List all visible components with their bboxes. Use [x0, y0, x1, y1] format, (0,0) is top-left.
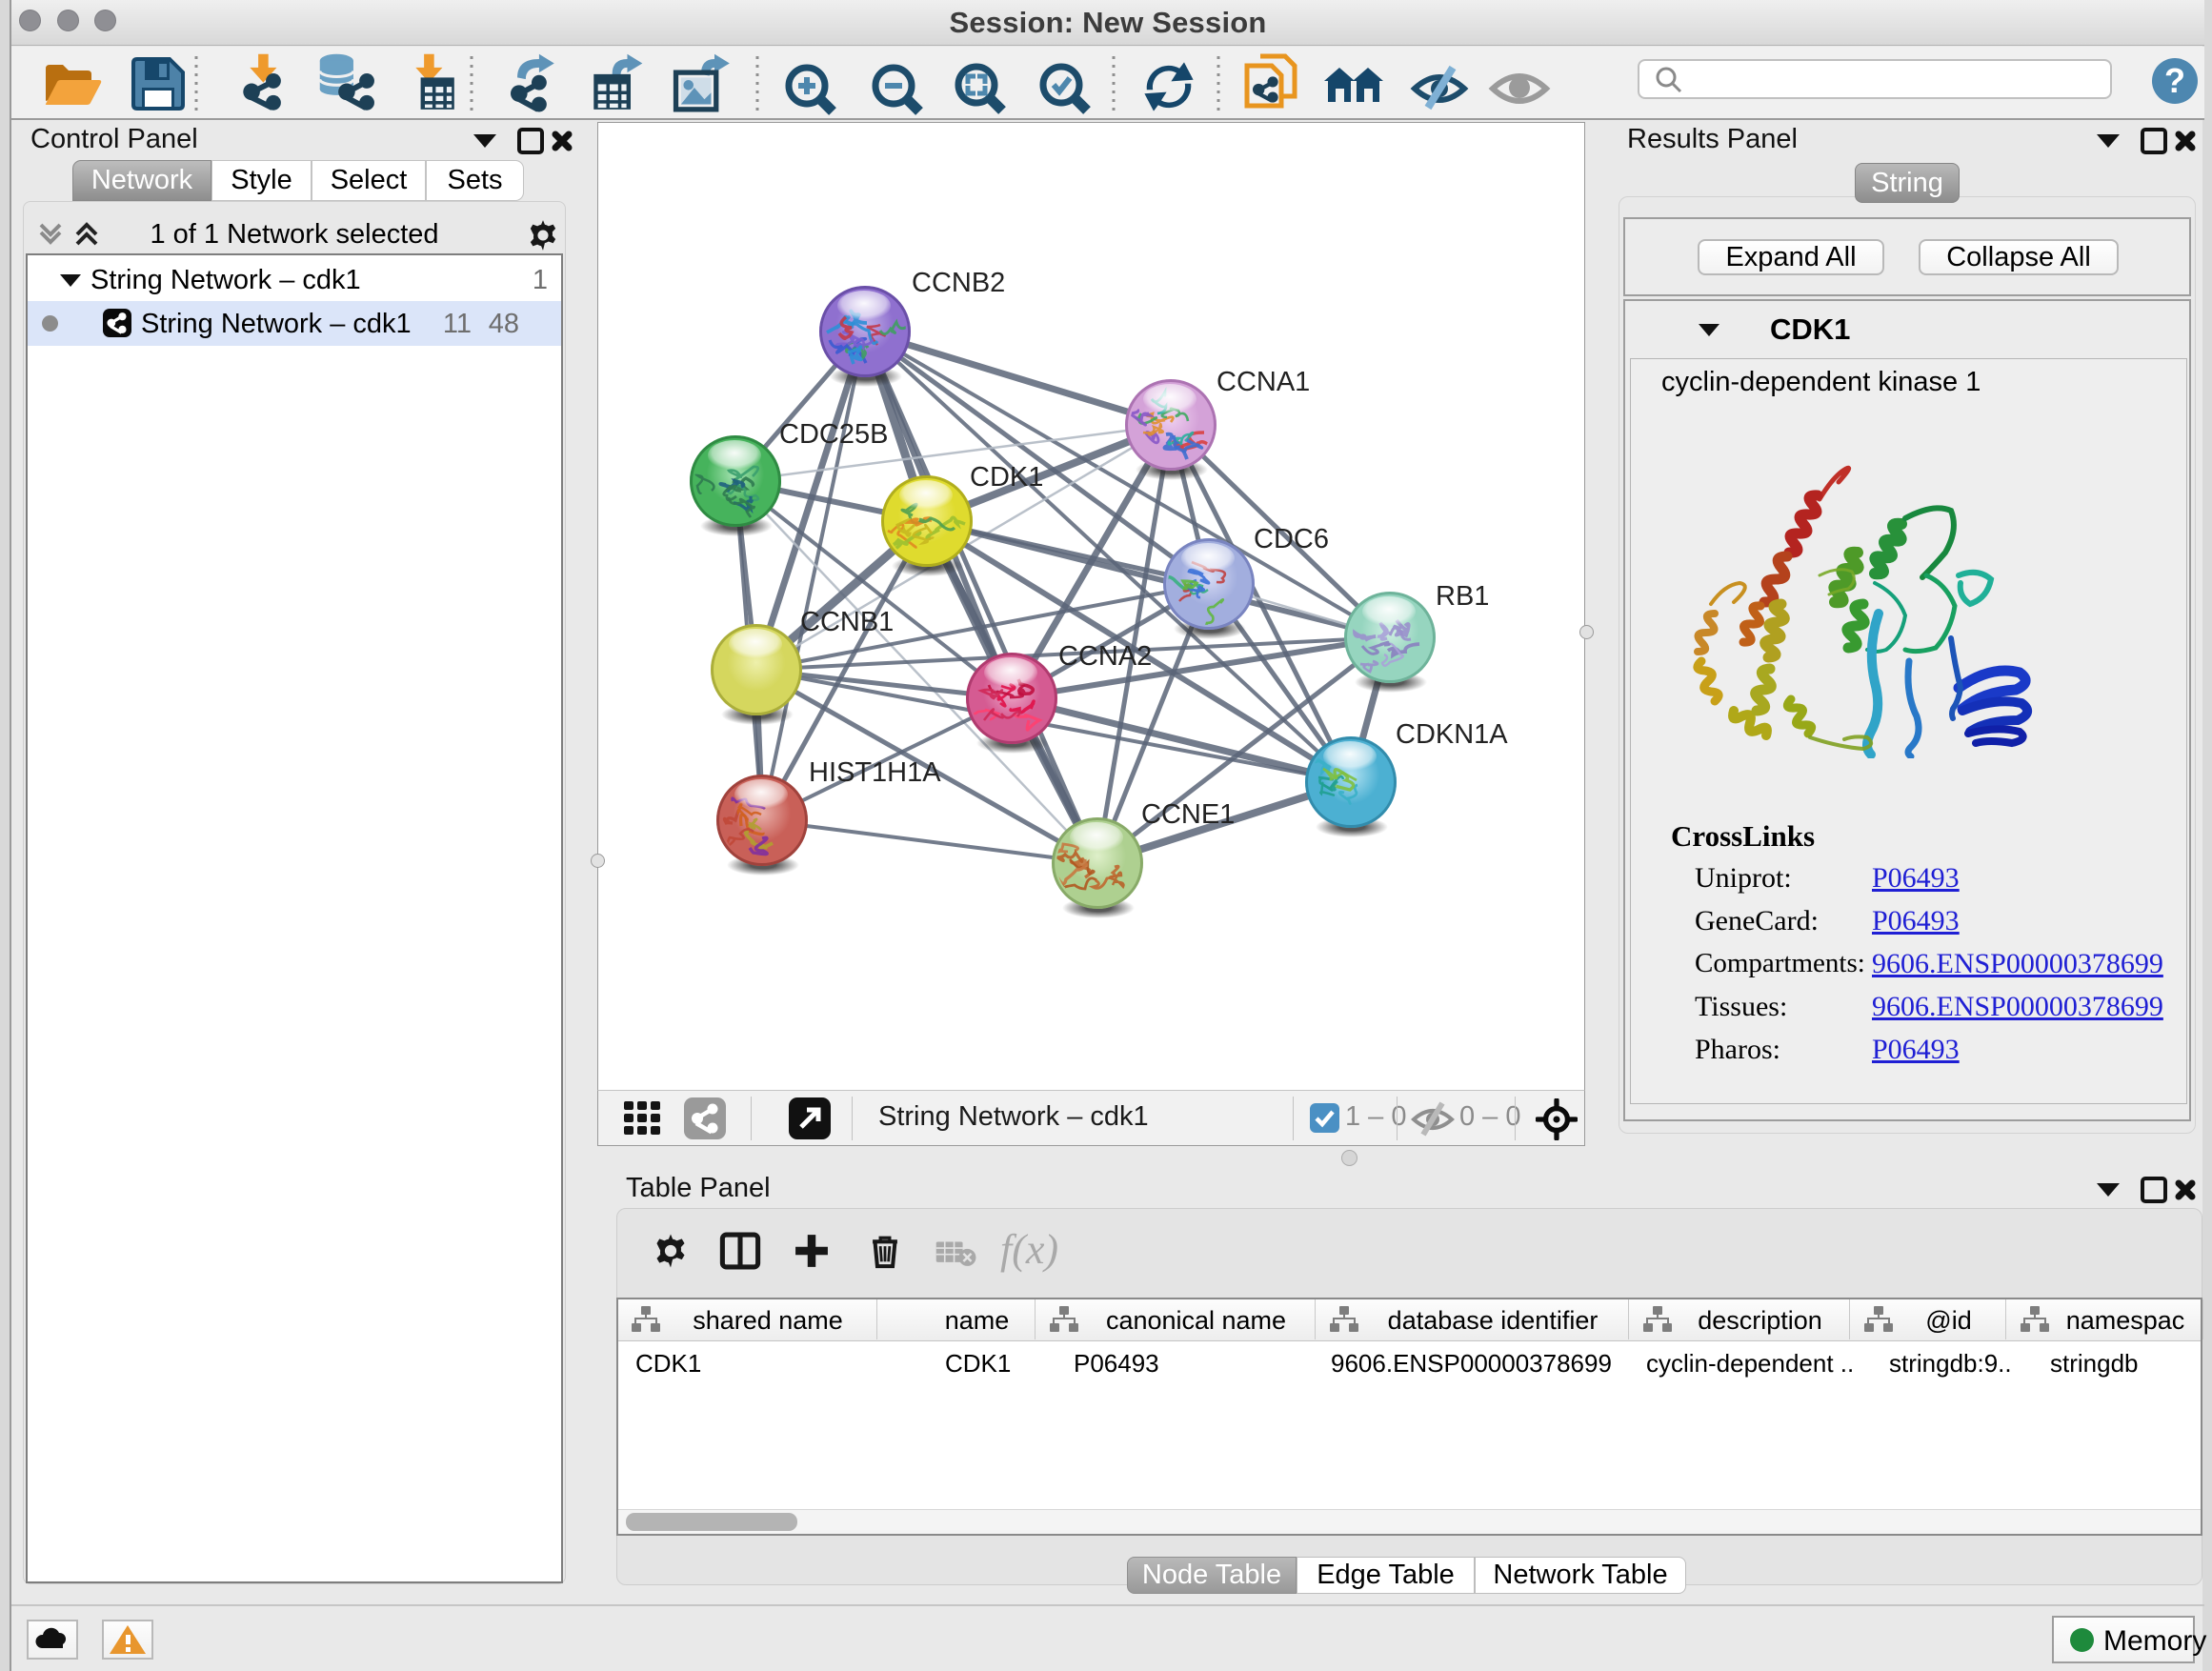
svg-text:CCNB2: CCNB2 — [912, 268, 1005, 298]
svg-text:?: ? — [2164, 61, 2185, 100]
svg-text:CDKN1A: CDKN1A — [1396, 719, 1508, 750]
svg-text:CCNE1: CCNE1 — [1141, 799, 1235, 830]
svg-text:CCNB1: CCNB1 — [800, 607, 894, 637]
svg-text:RB1: RB1 — [1436, 581, 1489, 612]
svg-text:CDK1: CDK1 — [970, 462, 1043, 493]
svg-text:CDC6: CDC6 — [1254, 524, 1329, 554]
svg-text:CCNA2: CCNA2 — [1058, 641, 1152, 672]
svg-text:CCNA1: CCNA1 — [1217, 367, 1310, 397]
svg-text:HIST1H1A: HIST1H1A — [809, 757, 941, 788]
svg-text:CDC25B: CDC25B — [779, 419, 888, 450]
